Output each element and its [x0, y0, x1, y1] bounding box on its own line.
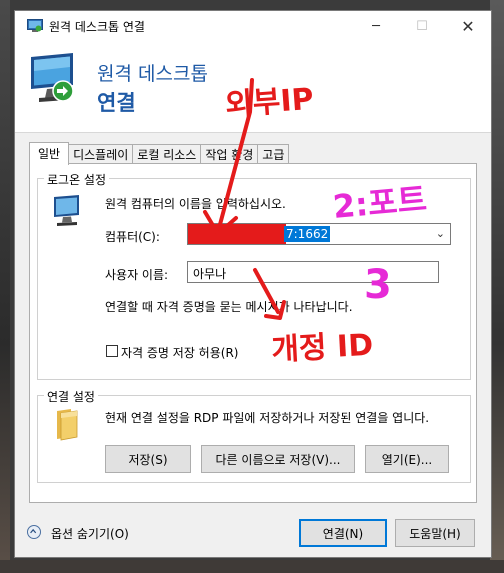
tab-strip: 일반 디스플레이 로컬 리소스 작업 환경 고급 [29, 142, 290, 165]
redaction-mark [188, 224, 286, 244]
chevron-down-icon[interactable]: ⌄ [436, 227, 445, 240]
header-title-line2: 연결 [97, 91, 136, 115]
tab-advanced[interactable]: 고급 [257, 144, 290, 165]
tab-display[interactable]: 디스플레이 [68, 144, 134, 165]
save-button[interactable]: 저장(S) [105, 445, 191, 473]
username-label: 사용자 이름: [105, 268, 169, 282]
remote-desktop-logo-icon [31, 53, 74, 102]
hide-options-icon[interactable] [27, 525, 41, 539]
desktop-background-bottom [0, 560, 504, 573]
computer-icon [54, 195, 79, 226]
header-title-line1: 원격 데스크톱 [97, 63, 208, 85]
minimize-button[interactable]: ─ [353, 11, 399, 41]
title-bar[interactable]: 원격 데스크톱 연결 ─ ☐ ✕ [15, 11, 491, 41]
tab-experience[interactable]: 작업 환경 [200, 144, 259, 165]
close-button[interactable]: ✕ [445, 11, 491, 41]
folder-icon [57, 409, 78, 441]
hide-options-label[interactable]: 옵션 숨기기(O) [51, 525, 129, 542]
rdp-dialog-window: 원격 데스크톱 연결 ─ ☐ ✕ 원격 데스크톱 연결 일반 디스플레이 로컬 … [14, 10, 492, 558]
remote-desktop-icon [27, 19, 43, 32]
window-title: 원격 데스크톱 연결 [49, 20, 145, 34]
computer-label: 컴퓨터(C): [105, 230, 160, 244]
open-button[interactable]: 열기(E)... [365, 445, 449, 473]
computer-value: 7:1662 [284, 226, 331, 242]
dialog-header: 원격 데스크톱 연결 [15, 41, 491, 133]
save-as-button[interactable]: 다른 이름으로 저장(V)... [201, 445, 355, 473]
desktop-background-left [0, 0, 10, 573]
logon-settings-label: 로그온 설정 [44, 171, 110, 188]
connection-description: 현재 연결 설정을 RDP 파일에 저장하거나 저장된 연결을 엽니다. [105, 411, 430, 425]
username-value: 아무나 [193, 267, 227, 281]
connect-button[interactable]: 연결(N) [299, 519, 387, 547]
header-divider [15, 132, 491, 133]
credentials-note: 연결할 때 자격 증명을 묻는 메시지가 나타납니다. [105, 300, 353, 314]
connection-settings-label: 연결 설정 [44, 388, 98, 405]
computer-combobox[interactable]: 7:1662 ⌄ [187, 223, 451, 245]
save-credentials-checkbox[interactable] [106, 345, 118, 357]
tab-local-resources[interactable]: 로컬 리소스 [132, 144, 202, 165]
desktop-background-right [490, 0, 504, 573]
username-input[interactable]: 아무나 [187, 261, 439, 283]
tab-general[interactable]: 일반 [29, 142, 70, 165]
maximize-button[interactable]: ☐ [399, 11, 445, 41]
computer-instruction-text: 원격 컴퓨터의 이름을 입력하십시오. [105, 197, 286, 211]
help-button[interactable]: 도움말(H) [395, 519, 475, 547]
save-credentials-label[interactable]: 자격 증명 저장 허용(R) [121, 344, 238, 361]
